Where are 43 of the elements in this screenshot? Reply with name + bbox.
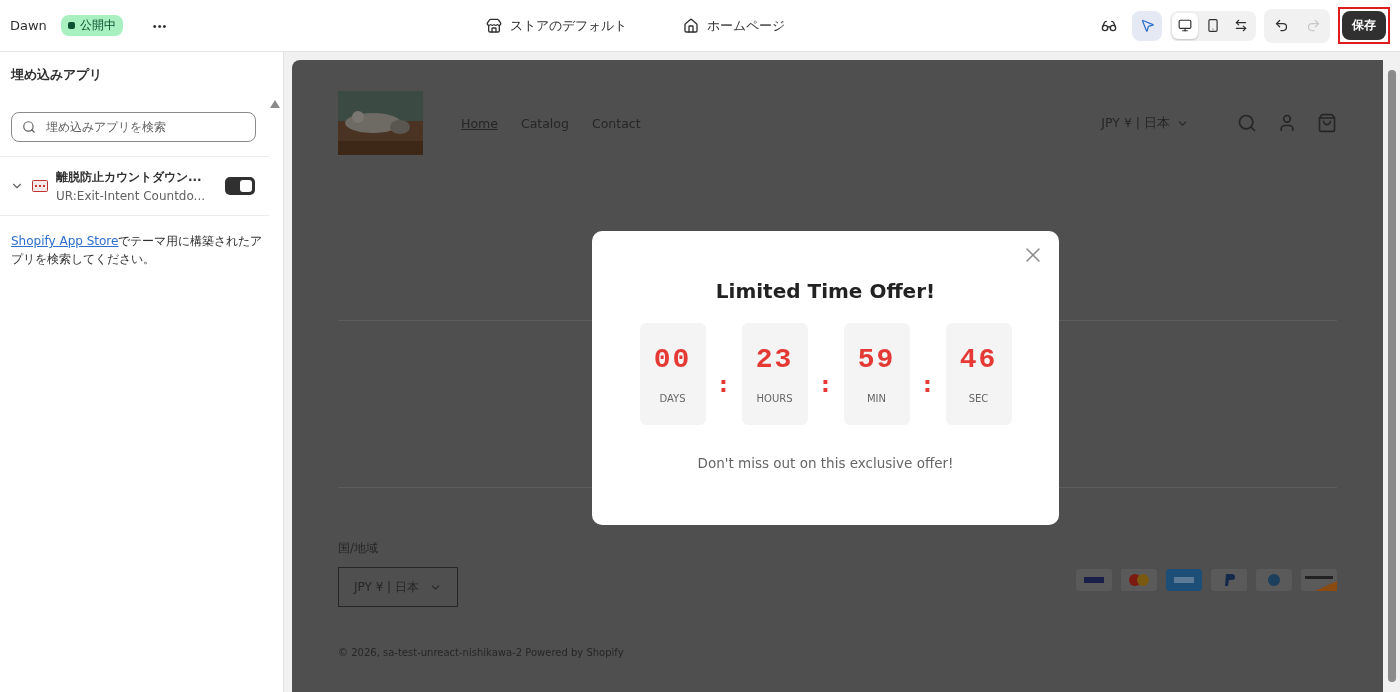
payment-card-icon — [1166, 569, 1202, 591]
app-store-note: Shopify App Storeでテーマ用に構築されたアプリを検索してください。 — [11, 233, 264, 268]
home-icon — [683, 17, 699, 34]
popup-title: Limited Time Offer! — [715, 279, 936, 303]
separator: : — [718, 371, 729, 397]
app-icon — [32, 180, 48, 192]
app-toggle[interactable] — [225, 177, 255, 195]
status-badge: 公開中 — [60, 15, 123, 36]
popup-message: Don't miss out on this exclusive offer! — [697, 455, 954, 471]
desktop-view-button[interactable] — [1172, 12, 1198, 39]
store-icon — [486, 17, 502, 34]
arrows-icon[interactable] — [1234, 18, 1248, 33]
countdown-value: 46 — [959, 344, 998, 375]
payment-card-icon — [1211, 569, 1247, 591]
monitor-icon[interactable] — [1178, 18, 1192, 33]
payment-card-icon — [1301, 569, 1337, 591]
theme-name: Dawn — [10, 18, 47, 33]
separator: : — [922, 371, 933, 397]
undo-icon[interactable] — [1273, 18, 1289, 33]
cursor-icon — [1139, 18, 1155, 33]
payment-card-icon — [1256, 569, 1292, 591]
phone-icon[interactable] — [1206, 18, 1220, 33]
inspector-button[interactable] — [1132, 10, 1162, 41]
countdown-value: 23 — [755, 344, 794, 375]
countdown-label: SEC — [968, 393, 989, 404]
countdown-label: HOURS — [756, 393, 793, 404]
template-selector[interactable]: ストアのデフォルト — [486, 16, 627, 35]
payment-card-icon — [1121, 569, 1157, 591]
payment-card-icon — [1076, 569, 1112, 591]
countdown-value: 59 — [857, 344, 896, 375]
save-button[interactable]: 保存 — [1342, 11, 1386, 40]
search-field[interactable]: 埋め込みアプリを検索 — [11, 112, 256, 142]
app-name: 離脱防止カウントダウン... — [56, 169, 203, 186]
countdown-label: MIN — [866, 393, 887, 404]
countdown-label: DAYS — [659, 393, 686, 404]
search-icon — [22, 120, 36, 134]
separator: : — [820, 371, 831, 397]
app-store-link[interactable]: Shopify App Store — [11, 234, 119, 248]
page-selector[interactable]: ホームページ — [683, 16, 785, 35]
sidebar-title: 埋め込みアプリ — [11, 66, 102, 84]
app-subtitle: UR:Exit-Intent Countdo... — [56, 189, 207, 203]
more-button[interactable]: ••• — [146, 18, 174, 33]
countdown-value: 00 — [653, 344, 692, 375]
